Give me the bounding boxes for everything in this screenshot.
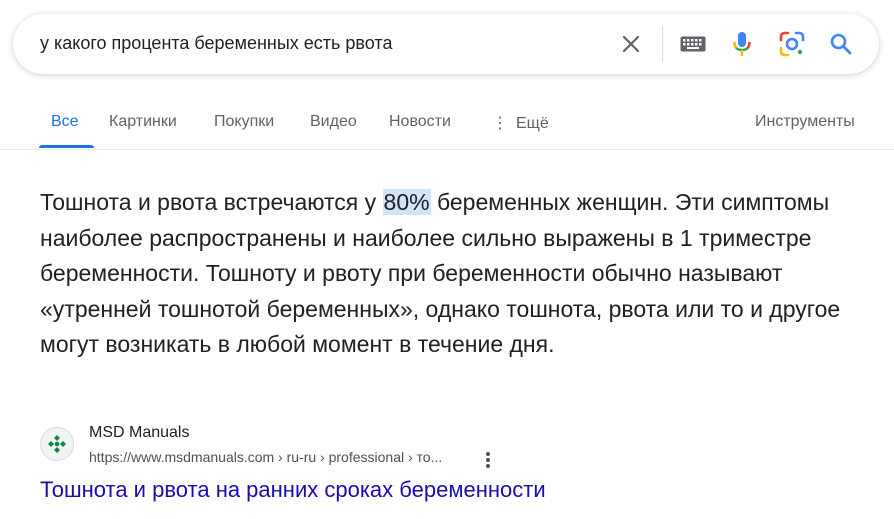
snippet-text-before: Тошнота и рвота встречаются у — [40, 189, 383, 215]
microphone-icon[interactable] — [728, 30, 756, 58]
result-title-link[interactable]: Тошнота и рвота на ранних сроках беремен… — [40, 477, 546, 503]
search-bar[interactable]: у какого процента беременных есть рвота — [13, 14, 879, 74]
search-icon[interactable] — [827, 30, 855, 58]
tab-more[interactable]: ⋮ Ещё — [492, 113, 549, 133]
search-divider — [662, 26, 663, 62]
tools-button[interactable]: Инструменты — [755, 113, 855, 131]
google-lens-icon[interactable] — [778, 30, 806, 58]
more-options-icon[interactable] — [476, 448, 500, 472]
tab-news[interactable]: Новости — [389, 113, 451, 131]
snippet-highlight: 80% — [382, 189, 431, 215]
search-input[interactable]: у какого процента беременных есть рвота — [40, 33, 392, 54]
source-attribution[interactable]: MSD Manuals https://www.msdmanuals.com ›… — [40, 424, 520, 470]
keyboard-icon[interactable] — [679, 30, 707, 58]
tabs-divider — [0, 149, 894, 150]
active-tab-indicator — [39, 145, 94, 148]
tab-all[interactable]: Все — [51, 113, 79, 131]
tab-videos[interactable]: Видео — [310, 113, 357, 131]
msd-manuals-logo — [40, 427, 74, 461]
close-icon[interactable] — [617, 30, 645, 58]
source-url: https://www.msdmanuals.com › ru-ru › pro… — [89, 449, 443, 465]
search-tabs: Все Картинки Покупки Видео Новости ⋮ Ещё … — [0, 100, 894, 150]
tab-more-label: Ещё — [516, 115, 549, 132]
tab-images[interactable]: Картинки — [109, 113, 177, 131]
more-vert-icon: ⋮ — [492, 115, 508, 132]
tab-shopping[interactable]: Покупки — [214, 113, 274, 131]
source-name: MSD Manuals — [89, 424, 190, 441]
featured-snippet-text: Тошнота и рвота встречаются у 80% береме… — [40, 185, 860, 363]
